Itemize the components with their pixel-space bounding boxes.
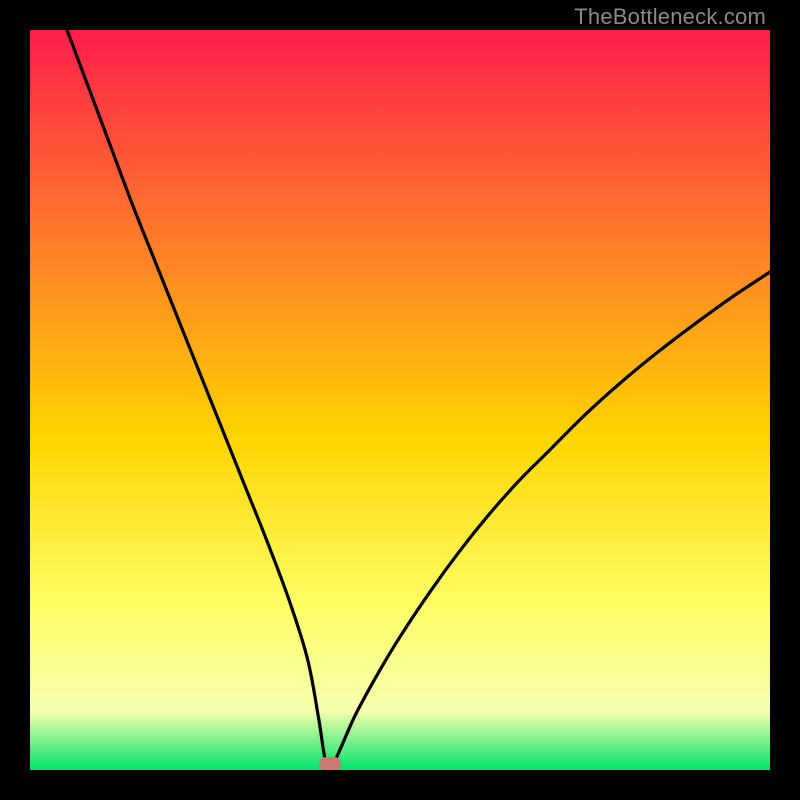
minimum-marker (319, 757, 341, 770)
watermark-text: TheBottleneck.com (574, 4, 766, 30)
bottleneck-curve (30, 30, 770, 770)
plot-area (30, 30, 770, 770)
chart-frame (30, 30, 770, 770)
